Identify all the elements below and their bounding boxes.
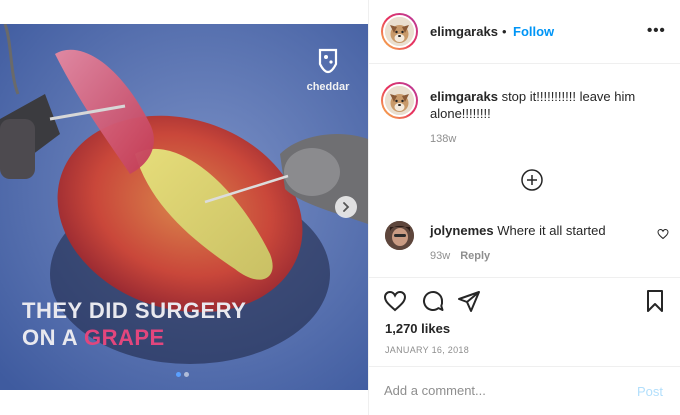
header-separator: • — [502, 24, 507, 39]
add-comment-input[interactable] — [384, 383, 614, 398]
heart-icon[interactable] — [383, 289, 407, 313]
comment-username[interactable]: jolynemes — [430, 223, 494, 238]
overlay-caption-highlight: GRAPE — [83, 325, 165, 350]
caption-username[interactable]: elimgaraks — [430, 89, 498, 104]
post-header: elimgaraks • Follow ••• — [369, 0, 680, 64]
comment-icon[interactable] — [421, 289, 445, 313]
plus-circle-icon[interactable] — [520, 168, 544, 192]
post-actions: 1,270 likes JANUARY 16, 2018 — [369, 277, 680, 373]
add-comment-bar: Post — [369, 366, 680, 415]
author-username[interactable]: elimgaraks — [430, 24, 498, 39]
commenter-avatar-image — [385, 221, 414, 250]
bookmark-icon[interactable] — [643, 289, 667, 313]
overlay-caption-prefix: ON A — [22, 325, 84, 350]
post-media[interactable]: cheddar THEY DID SURGERY ON A GRAPE — [0, 24, 368, 390]
comment-like-heart-icon[interactable] — [657, 228, 669, 240]
post-date[interactable]: JANUARY 16, 2018 — [385, 345, 469, 355]
next-media-button[interactable] — [335, 196, 357, 218]
cheddar-logo-icon — [318, 48, 338, 74]
commenter-avatar[interactable] — [385, 221, 414, 250]
post-side-panel: elimgaraks • Follow ••• elimgaraks stop … — [368, 0, 680, 415]
chevron-right-icon — [343, 202, 350, 212]
reply-button[interactable]: Reply — [460, 250, 490, 262]
comment-text: Where it all started — [497, 223, 606, 238]
caption-author-avatar[interactable] — [381, 82, 418, 119]
cheddar-watermark: cheddar — [306, 48, 350, 93]
more-options-icon[interactable]: ••• — [647, 22, 666, 39]
comment-text-block: jolynemes Where it all started — [430, 222, 650, 239]
post-comment-button[interactable]: Post — [637, 384, 663, 399]
comment-timestamp[interactable]: 93w — [430, 250, 450, 262]
watermark-text: cheddar — [306, 81, 350, 93]
dog-avatar-image — [385, 86, 414, 115]
comment-meta: 93w Reply — [430, 250, 490, 262]
likes-count[interactable]: 1,270 likes — [385, 321, 450, 336]
carousel-dot — [184, 372, 189, 377]
caption-timestamp[interactable]: 138w — [430, 133, 456, 145]
follow-button[interactable]: Follow — [513, 24, 554, 39]
dog-avatar-image — [385, 17, 414, 46]
overlay-caption-line2: ON A GRAPE — [22, 327, 165, 349]
carousel-indicator — [176, 372, 189, 377]
carousel-dot — [176, 372, 181, 377]
share-icon[interactable] — [457, 289, 481, 313]
post-caption: elimgaraks stop it!!!!!!!!!!! leave him … — [430, 88, 668, 122]
author-avatar[interactable] — [381, 13, 418, 50]
overlay-caption-line1: THEY DID SURGERY — [22, 298, 247, 323]
